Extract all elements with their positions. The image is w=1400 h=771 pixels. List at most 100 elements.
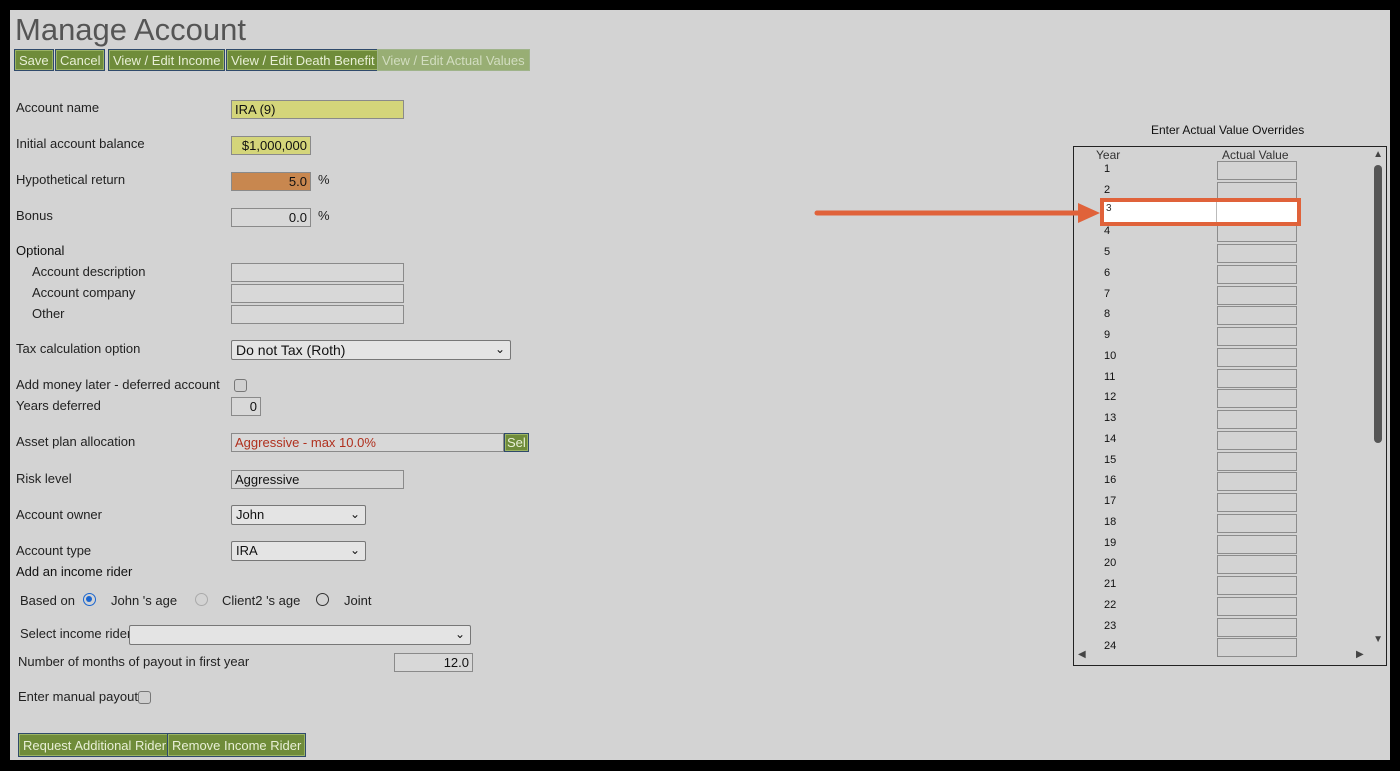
based-on-joint-radio[interactable] <box>316 593 329 606</box>
account-description-label: Account description <box>32 264 146 279</box>
income-rider-select[interactable]: ⌄ <box>129 625 471 645</box>
year-cell: 24 <box>1104 640 1117 653</box>
year-cell: 16 <box>1104 474 1117 487</box>
actual-value-input[interactable] <box>1217 513 1297 533</box>
based-on-joint-label: Joint <box>344 593 372 608</box>
actual-value-input[interactable] <box>1217 368 1297 388</box>
account-type-select[interactable]: IRA ⌄ <box>231 541 366 561</box>
vertical-scrollbar-thumb[interactable] <box>1374 165 1382 443</box>
actual-value-column-header: Actual Value <box>1222 148 1289 162</box>
based-on-client2-label: Client2 's age <box>222 593 301 608</box>
remove-income-rider-button[interactable]: Remove Income Rider <box>167 733 307 757</box>
year-cell: 14 <box>1104 432 1117 445</box>
scroll-up-icon[interactable]: ▲ <box>1373 149 1383 160</box>
year-cell: 2 <box>1104 183 1111 196</box>
chevron-down-icon: ⌄ <box>349 507 360 521</box>
asset-plan-label: Asset plan allocation <box>16 434 136 449</box>
scroll-right-icon[interactable]: ▶ <box>1356 649 1364 660</box>
actual-value-input[interactable] <box>1217 555 1297 575</box>
account-company-input[interactable] <box>231 284 404 303</box>
year-cell: 7 <box>1104 287 1111 300</box>
income-rider-heading: Add an income rider <box>16 564 133 579</box>
other-label: Other <box>32 306 65 321</box>
hypothetical-return-input[interactable]: 5.0 <box>231 172 311 191</box>
actual-value-input[interactable] <box>1217 451 1297 471</box>
based-on-client2-radio[interactable] <box>195 593 208 606</box>
actual-value-input[interactable] <box>1217 472 1297 492</box>
actual-value-input[interactable] <box>1217 410 1297 429</box>
add-money-later-label: Add money later - deferred account <box>16 377 220 392</box>
view-edit-actual-values-button[interactable]: View / Edit Actual Values <box>377 49 530 71</box>
hypothetical-return-unit: % <box>318 172 330 187</box>
manual-payout-checkbox[interactable] <box>138 691 151 704</box>
years-deferred-label: Years deferred <box>16 398 101 413</box>
bonus-input[interactable]: 0.0 <box>231 208 311 227</box>
actual-value-input[interactable] <box>1217 327 1297 346</box>
actual-value-input[interactable] <box>1217 264 1297 284</box>
asset-plan-input[interactable]: Aggressive - max 10.0% <box>231 433 504 452</box>
actual-value-input[interactable] <box>1217 389 1297 409</box>
view-edit-death-benefit-button[interactable]: View / Edit Death Benefit <box>226 49 380 71</box>
actual-value-input[interactable] <box>1217 596 1297 616</box>
year-cell: 19 <box>1104 536 1117 549</box>
cancel-button[interactable]: Cancel <box>55 49 106 71</box>
year-cell: 22 <box>1104 598 1117 611</box>
chevron-down-icon: ⌄ <box>454 627 465 641</box>
account-owner-value: John <box>236 507 265 522</box>
year-cell: 12 <box>1104 391 1117 404</box>
tax-option-value: Do not Tax (Roth) <box>236 342 346 358</box>
year-cell: 8 <box>1104 308 1111 321</box>
actual-value-input[interactable] <box>1217 285 1297 305</box>
tax-option-select[interactable]: Do not Tax (Roth) ⌄ <box>231 340 511 360</box>
view-edit-income-button[interactable]: View / Edit Income <box>108 49 226 71</box>
actual-value-input[interactable] <box>1217 244 1297 263</box>
account-type-value: IRA <box>236 543 258 558</box>
actual-value-input[interactable] <box>1217 430 1297 450</box>
year-cell: 17 <box>1104 495 1117 507</box>
risk-level-input[interactable]: Aggressive <box>231 470 404 489</box>
add-money-later-checkbox[interactable] <box>234 379 247 392</box>
actual-value-input[interactable] <box>1217 638 1297 658</box>
right-arrow-annotation-icon <box>814 203 1100 223</box>
actual-value-input[interactable] <box>1217 306 1297 326</box>
actual-value-input[interactable] <box>1217 347 1297 367</box>
risk-level-label: Risk level <box>16 471 72 486</box>
save-button[interactable]: Save <box>14 49 54 71</box>
chevron-down-icon: ⌄ <box>494 342 505 356</box>
actual-value-input[interactable] <box>1217 493 1297 512</box>
scroll-left-icon[interactable]: ◀ <box>1078 649 1086 660</box>
actual-value-input[interactable] <box>1217 576 1297 595</box>
asset-plan-select-button[interactable]: Sel <box>504 433 529 452</box>
year-cell: 11 <box>1104 370 1116 383</box>
tax-option-label: Tax calculation option <box>16 341 141 356</box>
account-owner-select[interactable]: John ⌄ <box>231 505 366 525</box>
account-name-input[interactable]: IRA (9) <box>231 100 404 119</box>
year-cell: 1 <box>1104 163 1111 175</box>
initial-balance-input[interactable]: $1,000,000 <box>231 136 311 155</box>
year-cell: 20 <box>1104 557 1117 570</box>
request-additional-rider-button[interactable]: Request Additional Rider <box>18 733 172 757</box>
based-on-john-radio[interactable] <box>83 593 96 606</box>
scroll-down-icon[interactable]: ▼ <box>1373 634 1383 645</box>
other-input[interactable] <box>231 305 404 324</box>
actual-value-input[interactable] <box>1217 161 1297 180</box>
based-on-label: Based on <box>20 593 75 608</box>
account-description-input[interactable] <box>231 263 404 282</box>
actual-value-input[interactable] <box>1217 617 1297 637</box>
year-cell: 9 <box>1104 329 1111 341</box>
year-cell: 10 <box>1104 349 1117 362</box>
manage-account-panel: Manage Account Save Cancel View / Edit I… <box>10 10 1390 760</box>
hypothetical-return-label: Hypothetical return <box>16 172 126 187</box>
actual-value-input[interactable] <box>1217 534 1297 554</box>
based-on-john-label: John 's age <box>111 593 178 608</box>
actual-value-input[interactable] <box>1217 223 1297 243</box>
year-cell: 6 <box>1104 266 1111 279</box>
account-owner-label: Account owner <box>16 507 102 522</box>
bonus-unit: % <box>318 208 330 223</box>
years-deferred-input[interactable]: 0 <box>231 397 261 416</box>
year-column-header: Year <box>1096 148 1121 162</box>
months-payout-input[interactable]: 12.0 <box>394 653 473 672</box>
page-title: Manage Account <box>15 12 246 47</box>
account-name-label: Account name <box>16 100 100 115</box>
year-cell: 15 <box>1104 453 1117 466</box>
